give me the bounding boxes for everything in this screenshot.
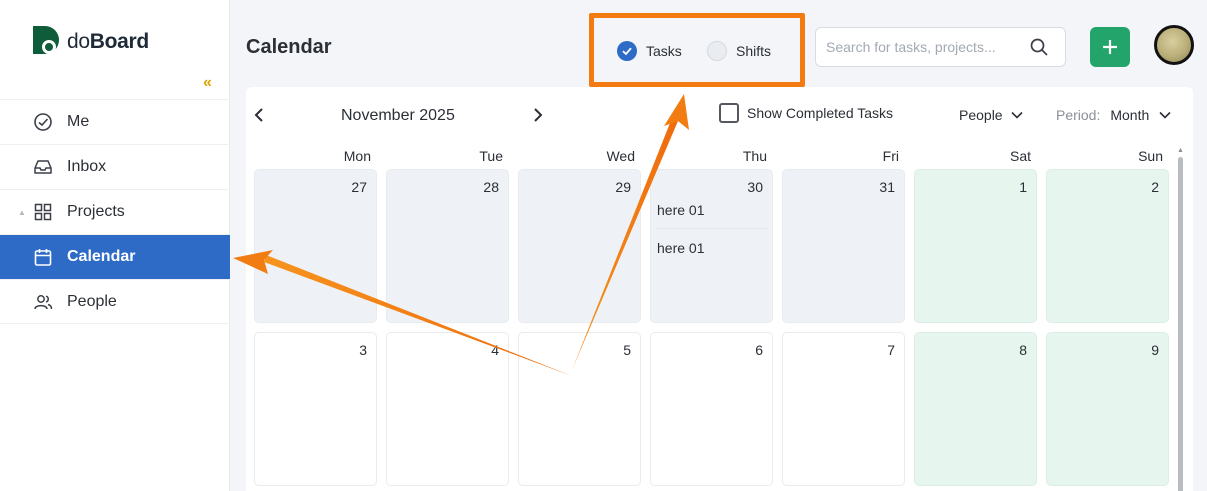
unchecked-radio-icon: [707, 41, 727, 61]
weekday-label: Sat: [1009, 148, 1031, 164]
collapse-sidebar-icon[interactable]: «: [203, 74, 212, 92]
sidebar-nav: Me Inbox ▲ Projects Calendar People: [0, 99, 230, 324]
check-circle-icon: [33, 112, 53, 132]
calendar-day-cell[interactable]: 27: [254, 169, 377, 323]
calendar-day-cell[interactable]: 30 here 01 here 01: [650, 169, 773, 323]
user-avatar[interactable]: [1154, 25, 1194, 65]
sidebar-item-label: People: [67, 292, 117, 310]
next-month-icon[interactable]: [533, 107, 543, 128]
period-label: Period:: [1056, 107, 1101, 123]
scrollbar-thumb[interactable]: [1178, 157, 1183, 491]
day-number: 4: [491, 342, 499, 358]
show-completed-label: Show Completed Tasks: [747, 105, 894, 121]
period-selector: Period: Month: [1056, 107, 1171, 123]
day-number: 28: [483, 179, 499, 195]
calendar-day-cell[interactable]: 4: [386, 332, 509, 486]
calendar-panel: November 2025 Show Completed Tasks Peopl…: [246, 87, 1193, 491]
calendar-day-cell[interactable]: 28: [386, 169, 509, 323]
day-number: 3: [359, 342, 367, 358]
page-title: Calendar: [246, 36, 332, 58]
weekday-label: Fri: [882, 148, 899, 164]
period-value: Month: [1110, 107, 1150, 123]
shifts-radio[interactable]: Shifts: [707, 41, 771, 61]
day-number: 1: [1019, 179, 1027, 195]
sidebar: doBoard « Me Inbox ▲ Projects Calendar P…: [0, 0, 230, 491]
calendar-day-cell[interactable]: 7: [782, 332, 905, 486]
group-by-value: People: [959, 107, 1003, 123]
month-label: November 2025: [341, 107, 455, 124]
logo-text: doBoard: [67, 30, 149, 53]
search-icon[interactable]: [1029, 37, 1049, 62]
calendar-day-cell[interactable]: 5: [518, 332, 641, 486]
day-number: 9: [1151, 342, 1159, 358]
view-toggle-highlight: Tasks Shifts: [589, 13, 805, 87]
day-number: 5: [623, 342, 631, 358]
weekday-label: Thu: [742, 148, 767, 164]
search-box: [815, 27, 1066, 67]
add-button[interactable]: [1090, 27, 1130, 67]
inbox-icon: [33, 157, 53, 177]
calendar-icon: [33, 247, 53, 267]
weekday-label: Mon: [343, 148, 371, 164]
search-input[interactable]: [826, 39, 1026, 55]
sidebar-item-calendar[interactable]: Calendar: [0, 234, 230, 279]
group-by-dropdown[interactable]: People: [959, 107, 1023, 123]
day-number: 2: [1151, 179, 1159, 195]
day-number: 8: [1019, 342, 1027, 358]
sidebar-item-label: Calendar: [67, 248, 136, 265]
calendar-day-cell[interactable]: 2: [1046, 169, 1169, 323]
calendar-day-cell[interactable]: 8: [914, 332, 1037, 486]
scroll-up-icon[interactable]: ▲: [1177, 147, 1184, 154]
sidebar-item-inbox[interactable]: Inbox: [0, 144, 230, 189]
weekday-label: Wed: [606, 148, 635, 164]
people-icon: [33, 292, 53, 312]
prev-month-icon[interactable]: [254, 107, 264, 128]
calendar-scrollbar[interactable]: ▲: [1177, 147, 1185, 491]
chevron-down-icon: [1011, 111, 1023, 119]
calendar-day-cell[interactable]: 1: [914, 169, 1037, 323]
day-number: 7: [887, 342, 895, 358]
checked-radio-icon: [617, 41, 637, 61]
show-completed-toggle[interactable]: Show Completed Tasks: [719, 103, 893, 123]
calendar-day-cell[interactable]: 29: [518, 169, 641, 323]
sidebar-item-people[interactable]: People: [0, 279, 230, 324]
chevron-down-icon: [1159, 111, 1171, 119]
calendar-task[interactable]: here 01: [656, 231, 768, 267]
calendar-day-cell[interactable]: 31: [782, 169, 905, 323]
logo-mark-icon: [33, 26, 59, 54]
period-dropdown[interactable]: Month: [1110, 107, 1171, 123]
weekday-label: Sun: [1138, 148, 1163, 164]
day-number: 31: [879, 179, 895, 195]
day-number: 29: [615, 179, 631, 195]
doboard-logo[interactable]: doBoard: [33, 26, 149, 58]
calendar-grid: 27 28 29 30 here 01 here 01 31 1 2 3 4 5 6 7 8 9: [254, 169, 1169, 491]
weekday-header: Mon Tue Wed Thu Fri Sat Sun: [254, 148, 1168, 168]
show-completed-checkbox[interactable]: [719, 103, 739, 123]
plus-icon: [1103, 40, 1117, 54]
weekday-label: Tue: [479, 148, 503, 164]
grid-icon: [33, 202, 53, 222]
calendar-task[interactable]: here 01: [656, 193, 768, 229]
calendar-day-cell[interactable]: 3: [254, 332, 377, 486]
tasks-radio[interactable]: Tasks: [617, 41, 682, 61]
calendar-day-cell[interactable]: 6: [650, 332, 773, 486]
tasks-label: Tasks: [646, 43, 682, 59]
sidebar-item-me[interactable]: Me: [0, 99, 230, 144]
sidebar-item-label: Projects: [67, 203, 125, 220]
expand-caret-icon[interactable]: ▲: [18, 208, 26, 217]
sidebar-item-label: Me: [67, 113, 90, 130]
sidebar-item-projects[interactable]: ▲ Projects: [0, 189, 230, 234]
shifts-label: Shifts: [736, 43, 772, 59]
day-number: 27: [351, 179, 367, 195]
day-number: 6: [755, 342, 763, 358]
sidebar-item-label: Inbox: [67, 158, 107, 175]
calendar-day-cell[interactable]: 9: [1046, 332, 1169, 486]
